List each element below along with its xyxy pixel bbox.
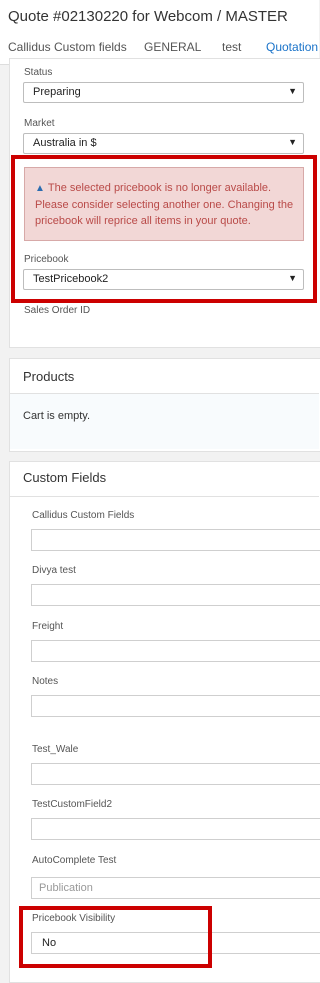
- freight-input[interactable]: [31, 640, 320, 662]
- products-title: Products: [23, 369, 75, 384]
- market-select[interactable]: Australia in $ ▼: [23, 133, 304, 154]
- autocomplete-test-input[interactable]: Publication: [31, 877, 320, 899]
- autocomplete-placeholder: Publication: [39, 882, 93, 894]
- field-label-callidus-custom-fields: Callidus Custom Fields: [32, 510, 135, 521]
- page-title: Quote #02130220 for Webcom / MASTER: [8, 8, 288, 25]
- chevron-down-icon: ▼: [288, 86, 297, 96]
- tab-quotation[interactable]: Quotation: [266, 40, 318, 54]
- status-label: Status: [24, 67, 53, 78]
- field-label-testcustomfield2: TestCustomField2: [32, 799, 113, 810]
- status-select[interactable]: Preparing ▼: [23, 82, 304, 103]
- test-wale-input[interactable]: [31, 763, 320, 785]
- page-header: Quote #02130220 for Webcom / MASTER Call…: [0, 0, 319, 65]
- custom-fields-title: Custom Fields: [23, 470, 107, 485]
- cart-empty-text: Cart is empty.: [23, 410, 91, 422]
- pricebook-highlight-box: [11, 155, 317, 303]
- pricebook-visibility-highlight-box: [19, 906, 212, 968]
- field-label-freight: Freight: [32, 621, 64, 632]
- field-label-notes: Notes: [32, 676, 59, 687]
- divya-test-input[interactable]: [31, 584, 320, 606]
- callidus-custom-fields-input[interactable]: [31, 529, 320, 551]
- field-label-test-wale: Test_Wale: [32, 744, 79, 755]
- testcustomfield2-input[interactable]: [31, 818, 320, 840]
- market-label: Market: [24, 118, 55, 129]
- tab-callidus-custom-fields[interactable]: Callidus Custom fields: [8, 40, 127, 54]
- sales-order-label: Sales Order ID: [24, 305, 91, 316]
- chevron-down-icon: ▼: [288, 137, 297, 147]
- tab-test[interactable]: test: [222, 40, 241, 54]
- field-label-autocomplete-test: AutoComplete Test: [32, 855, 117, 866]
- notes-input[interactable]: [31, 695, 320, 717]
- tab-general[interactable]: GENERAL: [144, 40, 201, 54]
- market-value: Australia in $: [33, 137, 97, 149]
- custom-fields-divider: [10, 496, 319, 497]
- status-value: Preparing: [33, 86, 81, 98]
- field-label-divya-test: Divya test: [32, 565, 76, 576]
